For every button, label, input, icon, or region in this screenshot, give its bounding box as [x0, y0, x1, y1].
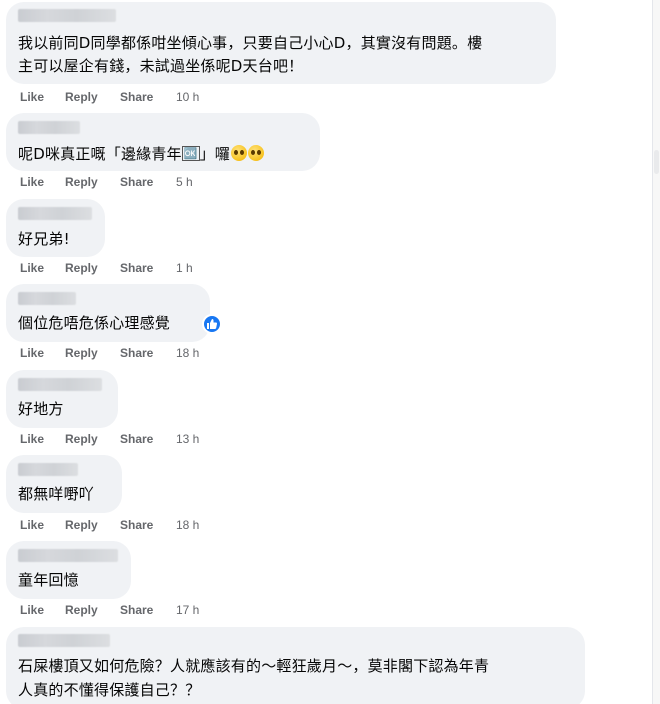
reply-button[interactable]: Reply [65, 89, 120, 105]
reply-button[interactable]: Reply [65, 260, 120, 276]
like-button[interactable]: Like [20, 345, 65, 361]
comment-timestamp[interactable]: 13 h [176, 431, 199, 447]
comment-timestamp[interactable]: 18 h [176, 345, 199, 361]
reply-button[interactable]: Reply [65, 345, 120, 361]
comment-text: 好地方 [18, 400, 64, 418]
commenter-name-redacted[interactable] [18, 207, 92, 220]
comment-timestamp[interactable]: 5 h [176, 174, 193, 190]
like-reaction-icon[interactable] [202, 314, 222, 334]
comment-actions: Like Reply Share 13 h [20, 431, 199, 447]
comment-actions: Like Reply Share 5 h [20, 174, 193, 190]
comment-text-line: 石屎樓頂又如何危險？人就應該有的～輕狂歲月～，莫非閣下認為年青 [18, 657, 490, 675]
share-button[interactable]: Share [120, 517, 176, 533]
commenter-name-redacted[interactable] [18, 378, 102, 391]
commenter-name-redacted[interactable] [18, 549, 118, 562]
comment-actions: Like Reply Share 18 h [20, 345, 199, 361]
scrollbar-track[interactable] [652, 0, 660, 704]
comment-text: 個位危唔危係心理感覺 [18, 314, 171, 332]
ok-symbol-icon: 🆗 [181, 146, 200, 161]
comment-text-line: 我以前同D同學都係咁坐傾心事，只要自己小心D，其實沒有問題。樓 [18, 34, 483, 52]
commenter-name-redacted[interactable] [18, 121, 80, 134]
share-button[interactable]: Share [120, 602, 176, 618]
comment-text: 都無咩嘢吖 [18, 485, 95, 503]
flushed-face-emoji-icon [231, 145, 248, 161]
commenter-name-redacted[interactable] [18, 9, 116, 22]
comment-timestamp[interactable]: 1 h [176, 260, 193, 276]
like-button[interactable]: Like [20, 602, 65, 618]
like-button[interactable]: Like [20, 517, 65, 533]
comment-text-part: 」囉 [199, 145, 231, 163]
share-button[interactable]: Share [120, 89, 176, 105]
comment-text-line: 人真的不懂得保護自己？？ [18, 681, 201, 699]
reply-button[interactable]: Reply [65, 602, 120, 618]
comment-actions: Like Reply Share 10 h [20, 89, 199, 105]
comment-text: 童年回憶 [18, 571, 79, 589]
comment-text: 呢D咪真正嘅「邊緣青年 🆗 」囉 [18, 141, 265, 167]
commenter-name-redacted[interactable] [18, 292, 76, 305]
comment-actions: Like Reply Share 1 h [20, 260, 193, 276]
flushed-face-emoji-icon [248, 145, 265, 161]
share-button[interactable]: Share [120, 431, 176, 447]
comment-timestamp[interactable]: 18 h [176, 517, 199, 533]
share-button[interactable]: Share [120, 174, 176, 190]
comment-actions: Like Reply Share 18 h [20, 517, 199, 533]
comment-text-part: 呢D咪真正嘅「邊緣青年 [18, 145, 182, 163]
like-button[interactable]: Like [20, 260, 65, 276]
comment-timestamp[interactable]: 10 h [176, 89, 199, 105]
reply-button[interactable]: Reply [65, 431, 120, 447]
share-button[interactable]: Share [120, 260, 176, 276]
share-button[interactable]: Share [120, 345, 176, 361]
reply-button[interactable]: Reply [65, 517, 120, 533]
commenter-name-redacted[interactable] [18, 463, 78, 476]
commenter-name-redacted[interactable] [18, 634, 110, 647]
scrollbar-thumb[interactable] [654, 150, 659, 174]
like-button[interactable]: Like [20, 431, 65, 447]
comment-timestamp[interactable]: 17 h [176, 602, 199, 618]
like-button[interactable]: Like [20, 174, 65, 190]
comment-text: 好兄弟! [18, 230, 70, 248]
comment-actions: Like Reply Share 17 h [20, 602, 199, 618]
like-button[interactable]: Like [20, 89, 65, 105]
reply-button[interactable]: Reply [65, 174, 120, 190]
comment-text-line: 主可以屋企有錢，未試過坐係呢D天台吧！ [18, 57, 304, 75]
